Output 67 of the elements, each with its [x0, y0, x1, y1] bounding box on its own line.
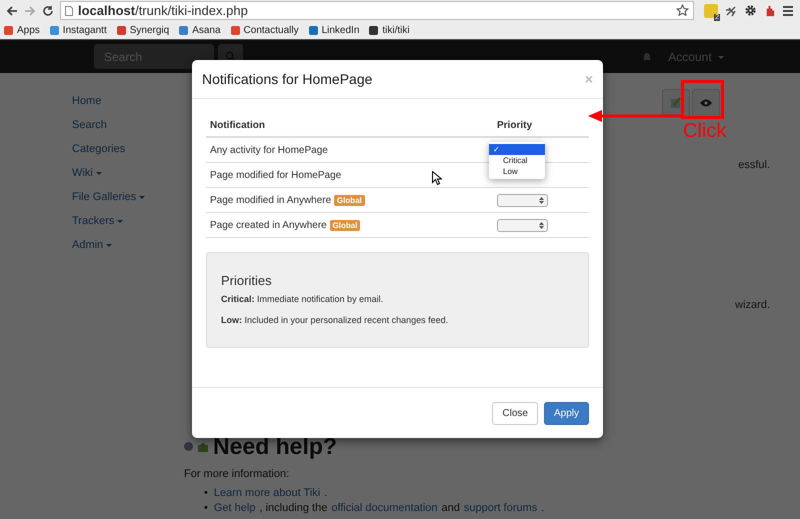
menu-icon[interactable] [782, 4, 794, 16]
close-button[interactable]: Close [492, 402, 538, 424]
arrow-icon [588, 110, 684, 122]
section-heading: Need help? [213, 433, 337, 460]
help-link[interactable]: Get help [214, 502, 256, 514]
sidebar-item[interactable]: Search [72, 119, 184, 131]
dialog-title: Notifications for HomePage [202, 71, 372, 87]
priority-select[interactable] [497, 194, 548, 206]
sidebar-item[interactable]: Trackers [72, 215, 184, 227]
priority-description: Critical: Immediate notification by email. [221, 294, 384, 304]
bookmark[interactable]: Apps [4, 24, 40, 36]
back-icon[interactable] [6, 4, 18, 16]
highlight-frame [681, 80, 724, 119]
address-bar[interactable]: localhost/trunk/tiki-index.php [60, 1, 694, 20]
priority-description: Low: Included in your personalized recent changes feed. [221, 315, 450, 325]
help-link[interactable]: support forums [464, 502, 538, 514]
notification-label: Page modified for HomePage [210, 170, 342, 180]
dropdown-option[interactable]: ✓ [489, 144, 545, 155]
edit-icon [670, 97, 682, 109]
list-text: . [324, 487, 328, 499]
page-text: wizard. [735, 299, 770, 311]
sidebar-item[interactable]: Admin [72, 239, 184, 251]
bookmark[interactable]: Contactually [230, 24, 299, 36]
notification-label: Page modified in Anywhere [210, 194, 332, 206]
priority-select[interactable] [497, 218, 548, 232]
cursor-icon [432, 171, 442, 185]
list-text: . [541, 502, 544, 514]
sidebar-item[interactable]: Categories [72, 143, 184, 155]
settings-icon[interactable] [744, 4, 757, 17]
url-text: localhost/trunk/tiki-index.php [78, 3, 249, 18]
list-text: , including the [259, 502, 328, 514]
watch-button[interactable] [692, 89, 720, 117]
sidebar-item[interactable]: File Galleries [72, 191, 184, 203]
updown-arrows-icon [539, 196, 544, 204]
bookmark[interactable]: Instagantt [50, 24, 107, 36]
column-header: Priority [493, 115, 589, 137]
updown-arrows-icon [539, 222, 544, 228]
list-text: and [442, 502, 460, 514]
puzzle-icon [197, 440, 209, 452]
help-link[interactable]: Learn more about Tiki [214, 487, 320, 499]
bookmark[interactable]: Asana [179, 24, 221, 36]
intro-text: For more information: [184, 468, 290, 480]
bookmark[interactable]: LinkedIn [308, 24, 360, 36]
priorities-heading: Priorities [221, 273, 273, 288]
help-icon [184, 442, 193, 451]
eye-icon [700, 99, 712, 107]
reload-icon[interactable] [42, 4, 54, 16]
column-header: Notification [206, 115, 493, 137]
page-text: essful. [738, 159, 770, 171]
dropdown-option[interactable]: Low [489, 166, 545, 177]
click-annotation: Click [683, 120, 726, 143]
search-icon [225, 51, 236, 62]
dropdown-option[interactable]: Critical [489, 155, 545, 166]
bullet: • [204, 487, 208, 499]
star-icon[interactable] [676, 4, 689, 17]
sidebar-item[interactable]: Wiki [72, 167, 184, 179]
notification-label: Any activity for HomePage [210, 144, 328, 156]
sidebar-item[interactable]: Home [72, 95, 184, 107]
bullet: • [204, 502, 208, 514]
global-badge: Global [334, 194, 365, 206]
notification-label: Page created in Anywhere [210, 220, 327, 230]
bookmark[interactable]: Synergiq [116, 24, 170, 36]
help-link[interactable]: official documentation [331, 502, 438, 514]
bookmark[interactable]: tiki/tiki [369, 24, 410, 36]
page-icon [65, 6, 73, 16]
global-badge: Global [330, 220, 360, 230]
apply-button[interactable]: Apply [544, 402, 589, 424]
